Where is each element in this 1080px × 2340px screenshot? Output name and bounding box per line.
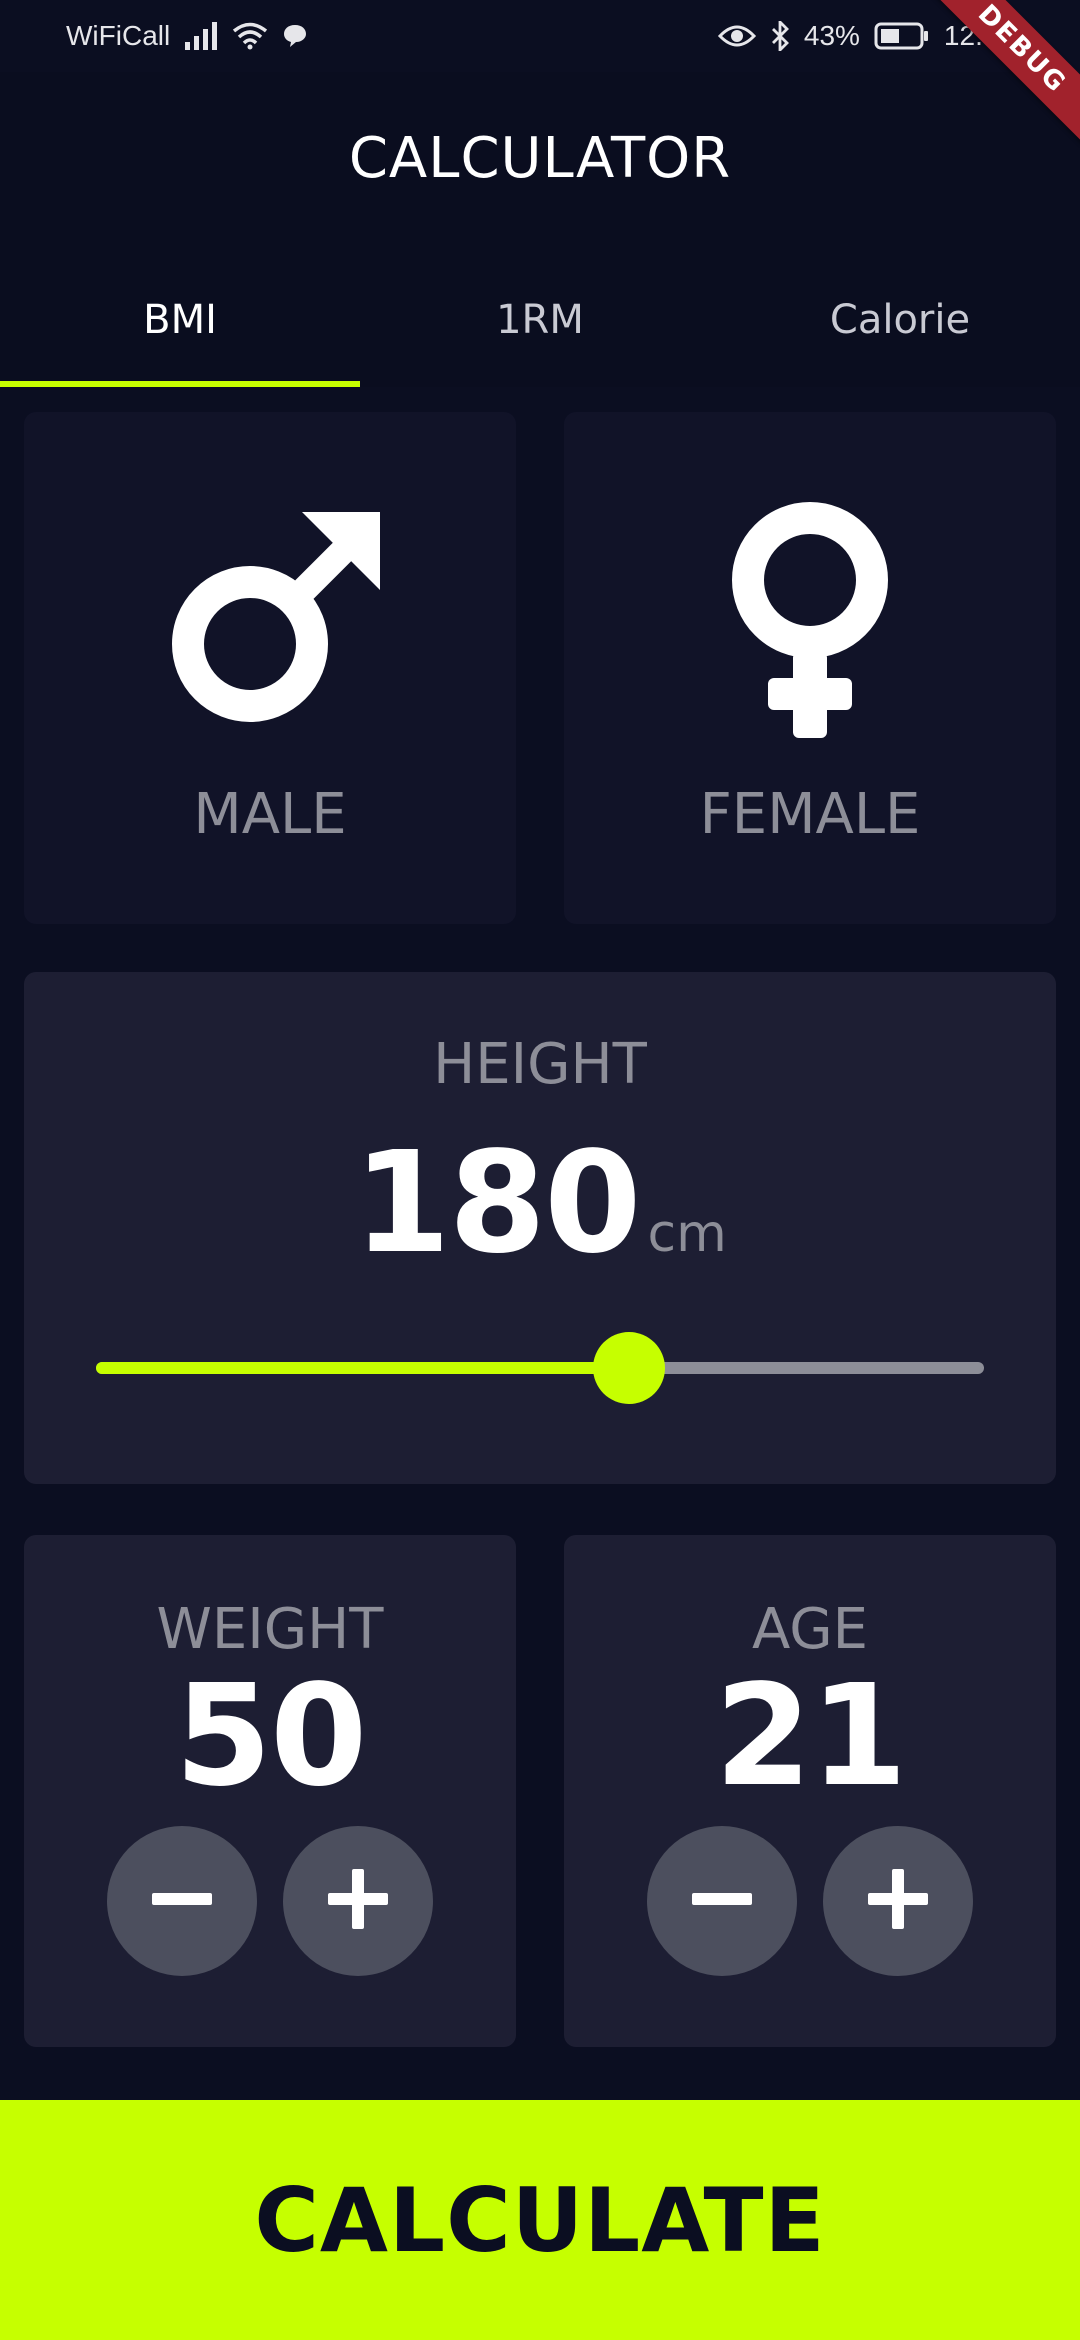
battery-percent: 43% <box>803 20 860 51</box>
slider-thumb[interactable] <box>592 1332 665 1404</box>
height-label: HEIGHT <box>433 1032 647 1097</box>
height-unit: cm <box>647 1204 727 1264</box>
signal-icon <box>184 22 218 50</box>
age-value: 21 <box>714 1655 908 1818</box>
app-bar: CALCULATOR <box>0 72 1080 252</box>
age-card: AGE 21 <box>564 1535 1056 2047</box>
female-label: FEMALE <box>699 782 921 847</box>
wifi-icon <box>232 22 268 50</box>
bluetooth-icon <box>770 21 790 51</box>
eye-icon <box>717 24 756 48</box>
height-slider[interactable] <box>96 1332 984 1404</box>
male-symbol-icon <box>150 502 390 742</box>
weight-value: 50 <box>174 1655 368 1818</box>
weight-decrement-button[interactable] <box>107 1826 257 1976</box>
female-card[interactable]: FEMALE <box>564 412 1056 924</box>
male-card[interactable]: MALE <box>24 412 516 924</box>
tab-calorie[interactable]: Calorie <box>720 252 1080 387</box>
age-increment-button[interactable] <box>823 1826 973 1976</box>
age-buttons <box>647 1826 973 1976</box>
calculate-label: CALCULATE <box>254 2168 826 2272</box>
female-symbol-icon <box>690 502 930 742</box>
carrier-label: WiFiCall <box>66 20 171 51</box>
status-bar: WiFiCall 43% <box>0 0 1080 72</box>
tab-bar: BMI 1RM Calorie <box>0 252 1080 387</box>
weight-increment-button[interactable] <box>283 1826 433 1976</box>
chat-bubble-icon <box>282 23 308 49</box>
slider-fill <box>96 1362 629 1374</box>
minus-icon <box>690 1867 754 1935</box>
plus-icon <box>326 1867 390 1935</box>
bmi-calculator-screen: WiFiCall 43% DEBUG CALCULATOR BMI 1RM Ca… <box>0 0 1080 2340</box>
height-value-row: 180 cm <box>24 1122 1056 1285</box>
weight-card: WEIGHT 50 <box>24 1535 516 2047</box>
plus-icon <box>866 1867 930 1935</box>
tab-1rm[interactable]: 1RM <box>360 252 720 387</box>
age-label: AGE <box>751 1597 869 1662</box>
height-card: HEIGHT 180 cm <box>24 972 1056 1484</box>
age-decrement-button[interactable] <box>647 1826 797 1976</box>
status-left: WiFiCall <box>66 20 308 52</box>
male-label: MALE <box>193 782 347 847</box>
weight-buttons <box>107 1826 433 1976</box>
calculate-button[interactable]: CALCULATE <box>0 2100 1080 2340</box>
minus-icon <box>150 1867 214 1935</box>
battery-icon <box>874 21 930 51</box>
tab-bmi[interactable]: BMI <box>0 252 360 387</box>
page-title: CALCULATOR <box>348 126 732 191</box>
height-value: 180 <box>353 1122 641 1285</box>
weight-label: WEIGHT <box>156 1597 384 1662</box>
